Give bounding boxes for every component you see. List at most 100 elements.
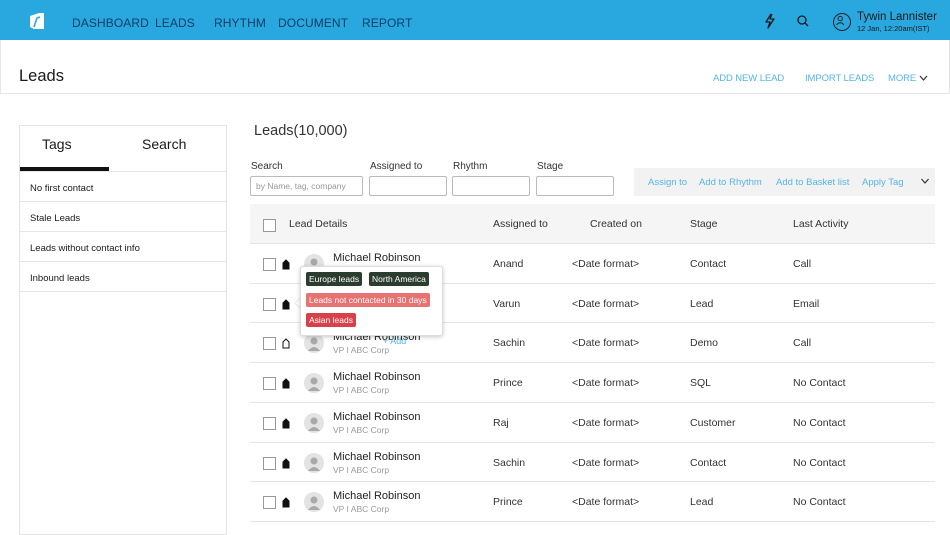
- lead-name[interactable]: Michael Robinson: [333, 252, 420, 264]
- lead-name[interactable]: Michael Robinson: [333, 451, 420, 463]
- tab-tags[interactable]: Tags: [42, 136, 72, 152]
- tag-outline-icon[interactable]: [282, 338, 290, 349]
- nav-leads[interactable]: LEADS: [155, 16, 195, 30]
- lead-title: VP I ABC Corp: [333, 424, 390, 435]
- avatar: [304, 452, 324, 473]
- tag-filled-icon[interactable]: [282, 259, 290, 270]
- nav-document[interactable]: DOCUMENT: [278, 16, 348, 30]
- lightning-icon[interactable]: [762, 13, 778, 29]
- last-activity-cell: No Contact: [793, 377, 846, 390]
- tag-chip[interactable]: Leads not contacted in 30 days: [306, 293, 430, 307]
- created-on-cell: <Date format>: [572, 456, 640, 469]
- lead-name[interactable]: Michael Robinson: [333, 490, 420, 502]
- stage-input[interactable]: [536, 176, 614, 196]
- col-lead-details[interactable]: Lead Details: [289, 218, 347, 230]
- col-last-activity[interactable]: Last Activity: [793, 218, 848, 230]
- created-on-cell: <Date format>: [572, 297, 640, 310]
- row-divider: [250, 521, 935, 522]
- last-activity-cell: Email: [793, 297, 820, 310]
- tag-filled-icon[interactable]: [282, 378, 290, 389]
- nav-report[interactable]: REPORT: [362, 16, 412, 30]
- lead-title: VP I ABC Corp: [333, 345, 390, 356]
- sidebar-item-inbound-leads[interactable]: Inbound leads: [20, 262, 226, 292]
- col-assigned-to[interactable]: Assigned to: [493, 218, 548, 230]
- lead-name[interactable]: Michael Robinson: [333, 411, 420, 423]
- add-new-lead-button[interactable]: ADD NEW LEAD: [713, 73, 784, 84]
- lead-title: VP I ABC Corp: [333, 385, 390, 396]
- user-datetime: 12 Jan, 12:20am(IST): [857, 24, 930, 33]
- row-checkbox[interactable]: [263, 377, 276, 391]
- page-header: [0, 40, 950, 94]
- search-icon[interactable]: [795, 13, 811, 29]
- sidebar-item-stale-leads[interactable]: Stale Leads: [20, 202, 226, 232]
- row-checkbox[interactable]: [263, 456, 276, 470]
- assign-to-button[interactable]: Assign to: [648, 177, 687, 188]
- col-created-on[interactable]: Created on: [590, 218, 642, 230]
- stage-cell: Lead: [690, 297, 714, 310]
- more-menu-button[interactable]: MORE: [888, 73, 916, 84]
- last-activity-cell: No Contact: [793, 496, 846, 509]
- add-to-basket-list-button[interactable]: Add to Basket list: [776, 177, 849, 188]
- avatar: [304, 492, 324, 513]
- tag-chip[interactable]: Asian leads: [306, 313, 356, 327]
- stage-cell: Contact: [690, 456, 727, 469]
- sidebar-item-leads-without-contact-info[interactable]: Leads without contact info: [20, 232, 226, 262]
- add-to-rhythm-button[interactable]: Add to Rhythm: [699, 177, 762, 188]
- created-on-cell: <Date format>: [572, 258, 640, 270]
- last-activity-cell: Call: [793, 337, 812, 350]
- tab-search[interactable]: Search: [142, 136, 186, 152]
- assigned-to-cell: Varun: [493, 297, 521, 310]
- tag-filled-icon[interactable]: [282, 418, 290, 429]
- sidebar-item-no-first-contact[interactable]: No first contact: [20, 172, 226, 202]
- assigned-to-cell: Sachin: [493, 337, 526, 350]
- row-checkbox[interactable]: [263, 416, 276, 430]
- nav-rhythm[interactable]: RHYTHM: [214, 16, 266, 30]
- tag-chip[interactable]: Europe leads: [306, 272, 363, 286]
- page-title: Leads: [19, 67, 64, 85]
- select-all-checkbox[interactable]: [263, 219, 276, 232]
- row-checkbox[interactable]: [263, 258, 276, 271]
- leads-heading: Leads(10,000): [254, 123, 348, 139]
- chevron-down-icon[interactable]: [919, 74, 928, 82]
- stage-cell: SQL: [690, 377, 712, 390]
- lead-name[interactable]: Michael Robinson: [333, 371, 420, 383]
- last-activity-cell: No Contact: [793, 416, 846, 429]
- import-leads-button[interactable]: IMPORT LEADS: [805, 73, 874, 84]
- tags-panel: Tags Search No first contact Stale Leads…: [19, 125, 227, 535]
- created-on-cell: <Date format>: [572, 337, 640, 350]
- stage-cell: Demo: [690, 337, 719, 350]
- search-label: Search: [251, 161, 283, 172]
- row-checkbox[interactable]: [263, 337, 276, 351]
- col-stage[interactable]: Stage: [690, 218, 717, 230]
- app-logo[interactable]: [28, 12, 46, 30]
- user-avatar-icon[interactable]: [833, 13, 851, 31]
- tag-filled-icon[interactable]: [282, 457, 290, 469]
- created-on-cell: <Date format>: [572, 416, 640, 429]
- tag-filled-icon[interactable]: [282, 497, 290, 508]
- avatar: [304, 333, 324, 354]
- chevron-down-icon[interactable]: [920, 176, 930, 186]
- rhythm-label: Rhythm: [453, 161, 488, 172]
- stage-cell: Contact: [690, 258, 727, 270]
- apply-tag-button[interactable]: Apply Tag: [862, 177, 904, 188]
- search-input[interactable]: [250, 176, 363, 196]
- assigned-to-cell: Prince: [493, 377, 523, 390]
- assigned-to-cell: Sachin: [493, 456, 526, 469]
- row-checkbox[interactable]: [263, 496, 276, 510]
- created-on-cell: <Date format>: [572, 377, 640, 390]
- row-checkbox[interactable]: [263, 297, 276, 311]
- assigned-to-input[interactable]: [369, 176, 447, 196]
- add-tag-link[interactable]: + Add: [383, 336, 406, 346]
- rhythm-input[interactable]: [452, 176, 530, 196]
- stage-label: Stage: [537, 161, 564, 172]
- user-name[interactable]: Tywin Lannister: [857, 11, 937, 23]
- assigned-to-cell: Anand: [493, 258, 524, 270]
- top-navbar: DASHBOARD LEADS RHYTHM DOCUMENT REPORT T…: [0, 0, 950, 40]
- row-divider: [250, 442, 935, 443]
- nav-dashboard[interactable]: DASHBOARD: [72, 16, 149, 30]
- tag-filled-icon[interactable]: [282, 298, 290, 310]
- stage-cell: Customer: [690, 416, 736, 429]
- tag-chip[interactable]: North America: [369, 272, 429, 286]
- avatar: [304, 412, 324, 433]
- assigned-to-label: Assigned to: [370, 161, 423, 172]
